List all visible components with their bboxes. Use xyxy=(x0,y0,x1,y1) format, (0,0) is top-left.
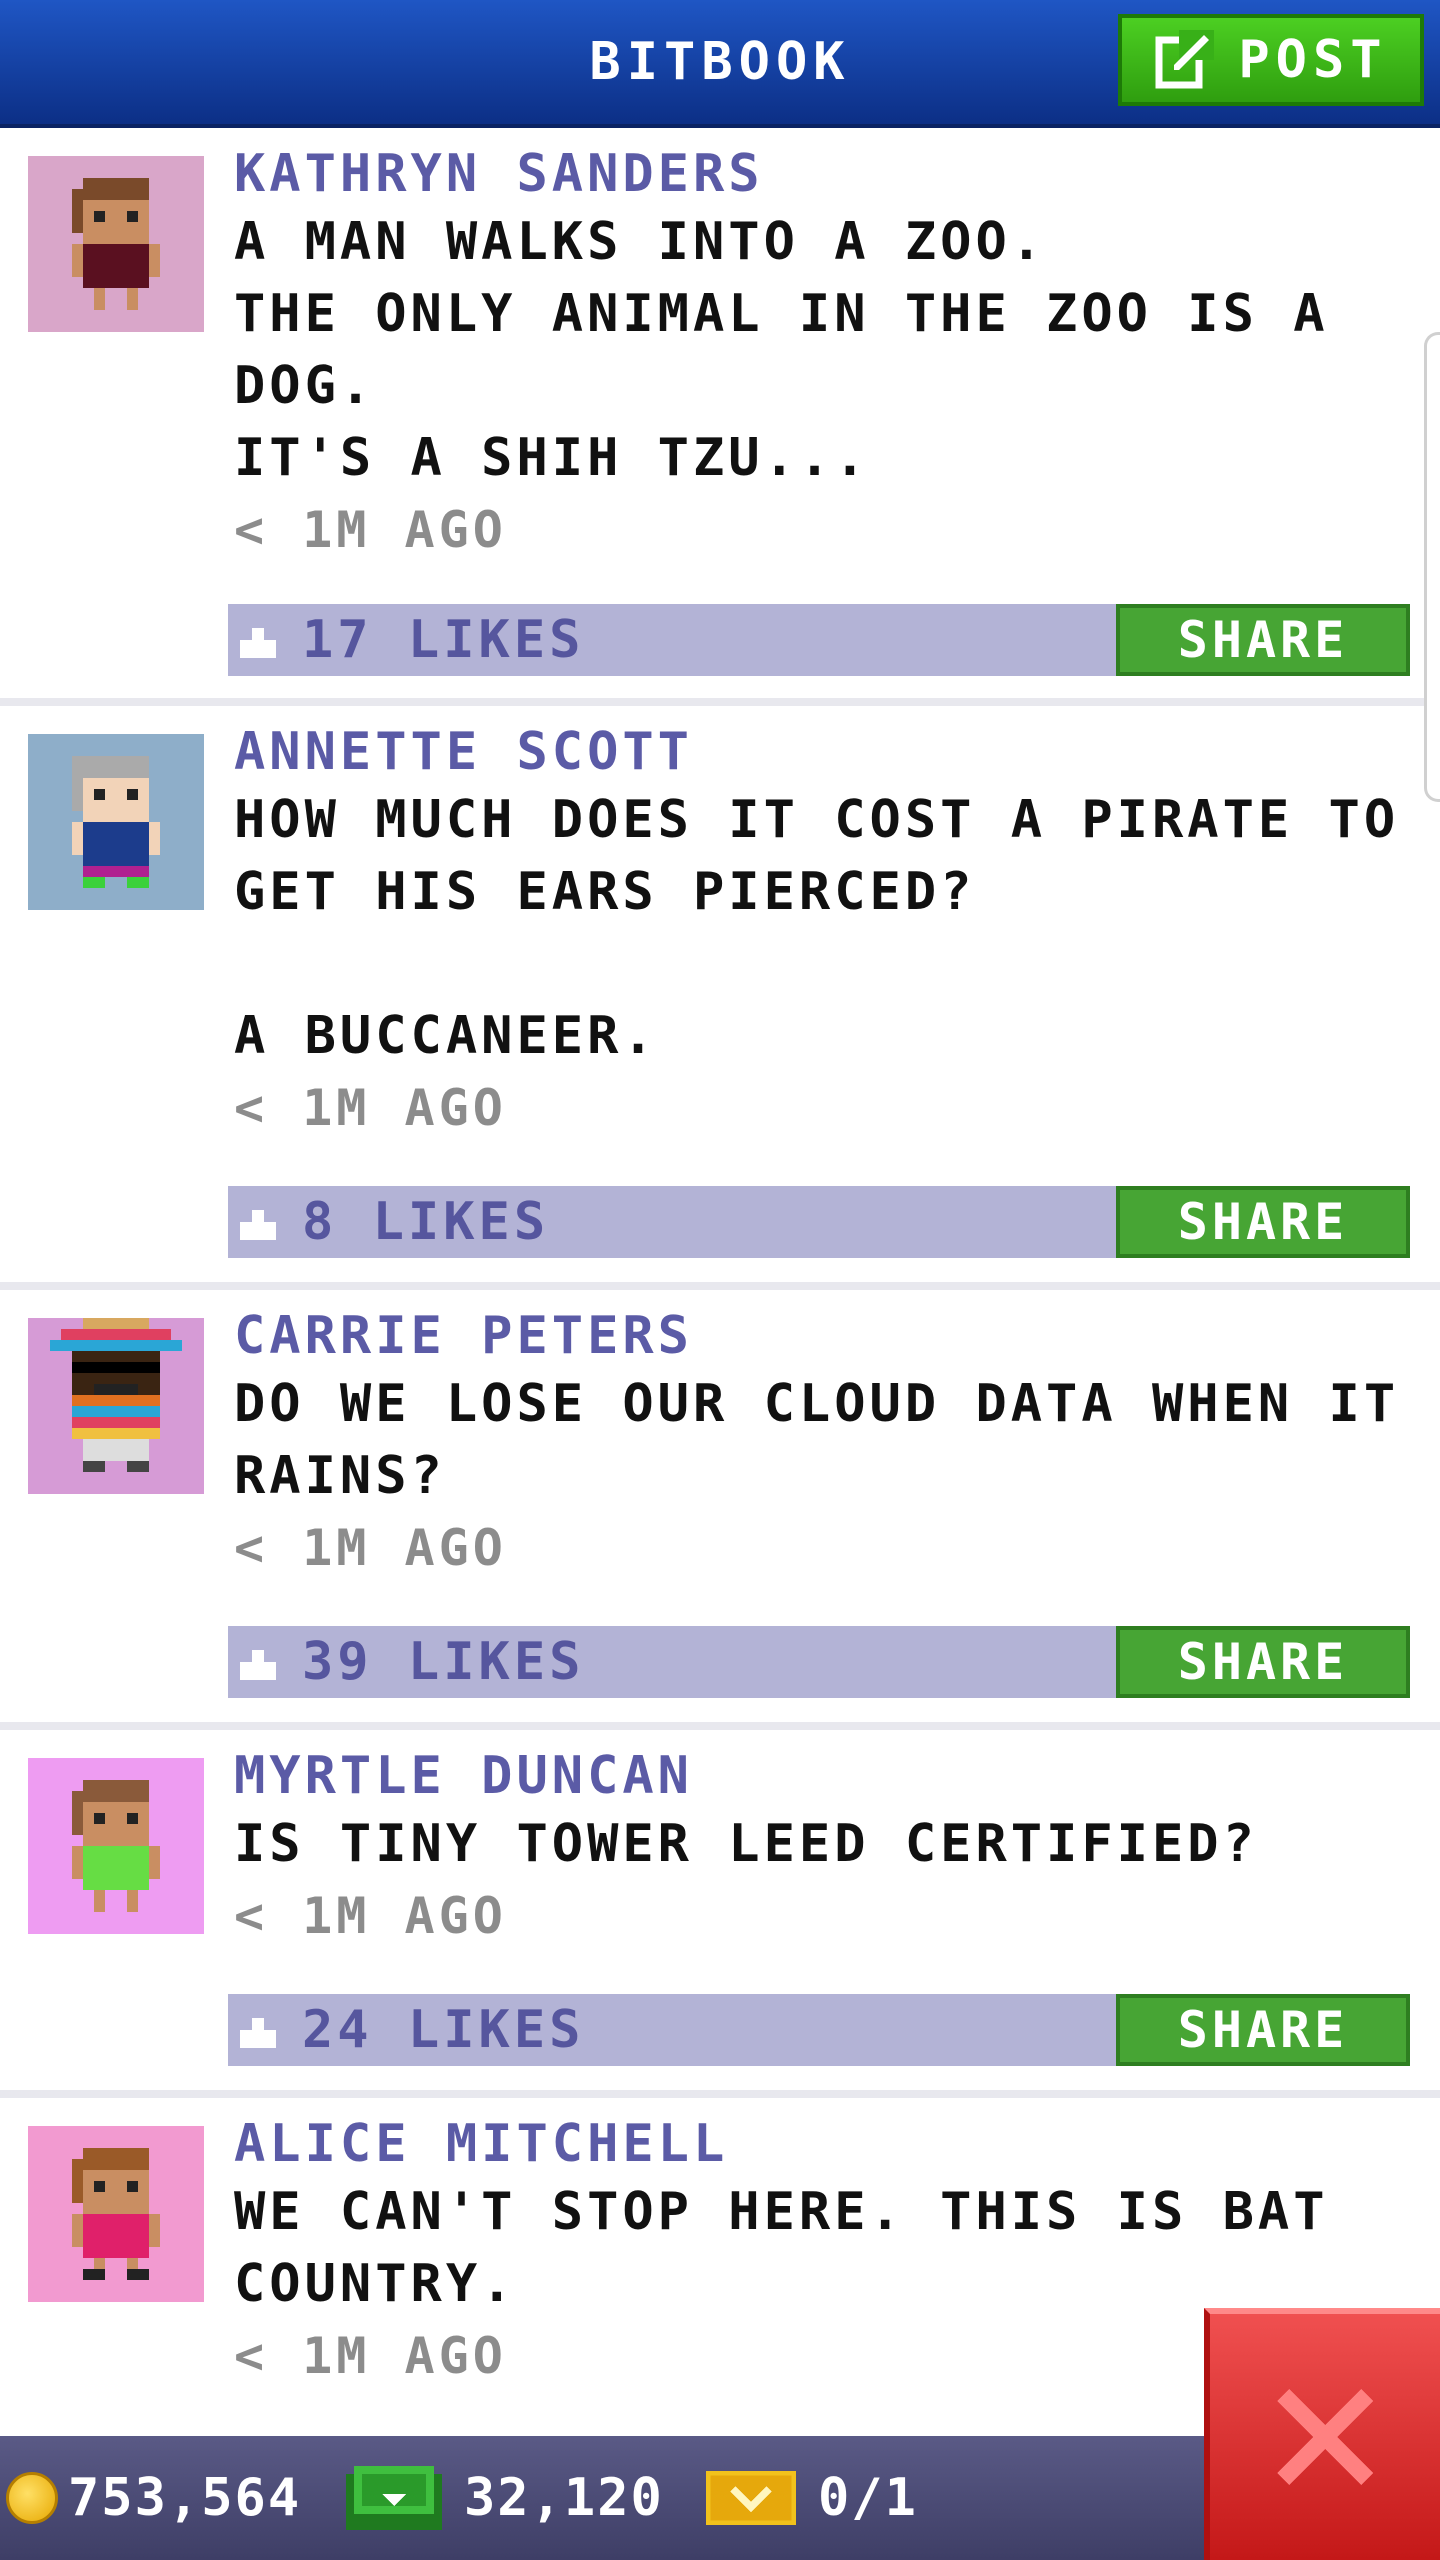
likes-count: 17 LIKES xyxy=(302,610,585,670)
avatar[interactable] xyxy=(28,2126,204,2302)
coins-count: 753,564 xyxy=(68,2468,302,2528)
bux-icon xyxy=(346,2466,442,2530)
post-author: CARRIE PETERS xyxy=(234,1306,693,1366)
post-card: CARRIE PETERS DO WE LOSE OUR CLOUD DATA … xyxy=(0,1290,1440,1730)
avatar[interactable] xyxy=(28,156,204,332)
post-author: KATHRYN SANDERS xyxy=(234,144,764,204)
top-bar: BITBOOK POST xyxy=(0,0,1440,128)
post-message: IS TINY TOWER LEED CERTIFIED? xyxy=(234,1814,1258,1874)
scrollbar[interactable] xyxy=(1424,332,1440,802)
post-author: MYRTLE DUNCAN xyxy=(234,1746,693,1806)
bux-stat: 32,120 xyxy=(346,2436,664,2560)
coins-stat: 753,564 xyxy=(6,2436,301,2560)
share-button[interactable]: SHARE xyxy=(1116,1186,1410,1258)
share-button[interactable]: SHARE xyxy=(1116,604,1410,676)
likes-bar: 8 LIKES SHARE xyxy=(228,1186,1410,1258)
likes-bar: 17 LIKES SHARE xyxy=(228,604,1410,676)
post-card: KATHRYN SANDERS A MAN WALKS INTO A ZOO. … xyxy=(0,128,1440,706)
avatar[interactable] xyxy=(28,1318,204,1494)
like-icon[interactable] xyxy=(240,1204,276,1240)
close-icon xyxy=(1277,2389,1373,2485)
edit-icon xyxy=(1155,30,1215,89)
post-button[interactable]: POST xyxy=(1118,14,1424,106)
post-message: HOW MUCH DOES IT COST A PIRATE TO GET HI… xyxy=(234,790,1400,1066)
avatar[interactable] xyxy=(28,734,204,910)
post-author: ANNETTE SCOTT xyxy=(234,722,693,782)
post-message: WE CAN'T STOP HERE. THIS IS BAT COUNTRY. xyxy=(234,2182,1364,2314)
tickets-count: 0/1 xyxy=(818,2468,918,2528)
share-button[interactable]: SHARE xyxy=(1116,1626,1410,1698)
post-time: < 1M AGO xyxy=(234,1519,507,1577)
bux-count: 32,120 xyxy=(464,2468,664,2528)
coin-icon xyxy=(6,2472,58,2524)
likes-bar: 24 LIKES SHARE xyxy=(228,1994,1410,2066)
likes-count: 39 LIKES xyxy=(302,1632,585,1692)
like-icon[interactable] xyxy=(240,1644,276,1680)
post-button-label: POST xyxy=(1238,30,1388,90)
tickets-stat: 0/1 xyxy=(706,2436,918,2560)
post-message: DO WE LOSE OUR CLOUD DATA WHEN IT RAINS? xyxy=(234,1374,1435,1506)
likes-bar: 39 LIKES SHARE xyxy=(228,1626,1410,1698)
close-button[interactable] xyxy=(1204,2308,1440,2560)
like-icon[interactable] xyxy=(240,2012,276,2048)
post-time: < 1M AGO xyxy=(234,1887,507,1945)
post-card: ANNETTE SCOTT HOW MUCH DOES IT COST A PI… xyxy=(0,706,1440,1290)
post-message: A MAN WALKS INTO A ZOO. THE ONLY ANIMAL … xyxy=(234,212,1329,488)
likes-count: 24 LIKES xyxy=(302,2000,585,2060)
post-card: MYRTLE DUNCAN IS TINY TOWER LEED CERTIFI… xyxy=(0,1730,1440,2098)
post-author: ALICE MITCHELL xyxy=(234,2114,729,2174)
likes-count: 8 LIKES xyxy=(302,1192,550,1252)
ticket-icon xyxy=(706,2471,796,2525)
feed: KATHRYN SANDERS A MAN WALKS INTO A ZOO. … xyxy=(0,128,1440,2498)
share-button[interactable]: SHARE xyxy=(1116,1994,1410,2066)
post-time: < 1M AGO xyxy=(234,1079,507,1137)
like-icon[interactable] xyxy=(240,622,276,658)
post-time: < 1M AGO xyxy=(234,501,507,559)
avatar[interactable] xyxy=(28,1758,204,1934)
